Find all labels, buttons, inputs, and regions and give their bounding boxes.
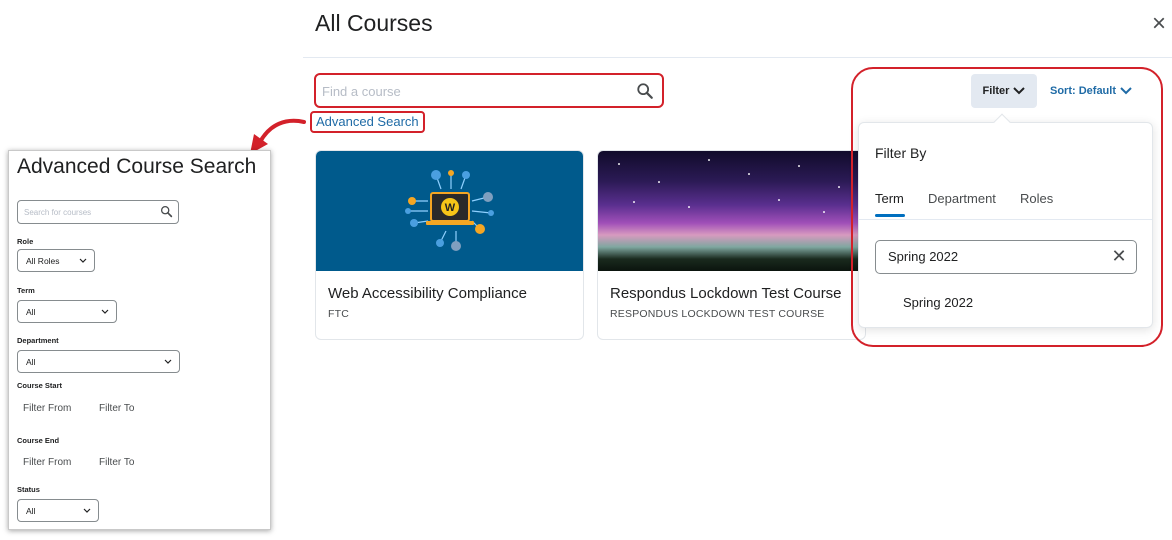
advanced-search-link[interactable]: Advanced Search <box>310 111 425 133</box>
status-select[interactable]: All <box>17 499 99 522</box>
course-code: FTC <box>328 308 350 320</box>
role-select[interactable]: All Roles <box>17 249 95 272</box>
role-label: Role <box>17 237 34 246</box>
course-title[interactable]: Respondus Lockdown Test Course <box>610 285 842 302</box>
accessibility-circuit-w-icon: W <box>316 151 583 271</box>
advanced-search-input[interactable] <box>24 205 152 220</box>
chevron-down-icon <box>83 508 91 513</box>
page-title: All Courses <box>315 10 433 36</box>
course-card[interactable]: W Web Accessibility Compliance FTC <box>315 150 584 340</box>
course-card[interactable]: Respondus Lockdown Test Course RESPONDUS… <box>597 150 866 340</box>
term-select-value: All <box>26 307 36 317</box>
advanced-search-panel: Advanced Course Search Role All Roles Te… <box>8 150 271 530</box>
advanced-search-title: Advanced Course Search <box>17 155 257 178</box>
status-label: Status <box>17 485 40 494</box>
course-start-filter-to[interactable]: Filter To <box>99 403 134 414</box>
close-icon[interactable]: × <box>1148 12 1170 36</box>
search-icon[interactable] <box>160 205 173 218</box>
course-start-label: Course Start <box>17 381 63 390</box>
course-search-box <box>314 73 664 108</box>
course-start-filter-from[interactable]: Filter From <box>23 403 71 414</box>
course-code: RESPONDUS LOCKDOWN TEST COURSE <box>610 308 825 320</box>
search-input[interactable] <box>322 80 622 102</box>
chevron-down-icon <box>164 359 172 364</box>
department-select[interactable]: All <box>17 350 180 373</box>
highlight-outline <box>851 67 1163 347</box>
term-label: Term <box>17 286 35 295</box>
course-end-filter-to[interactable]: Filter To <box>99 457 134 468</box>
advanced-search-box <box>17 200 179 224</box>
aurora-night-sky-image <box>598 151 865 271</box>
course-title[interactable]: Web Accessibility Compliance <box>328 285 527 302</box>
course-end-label: Course End <box>17 436 60 445</box>
search-icon[interactable] <box>636 82 654 100</box>
chevron-down-icon <box>101 309 109 314</box>
course-end-filter-from[interactable]: Filter From <box>23 457 71 468</box>
status-select-value: All <box>26 506 36 516</box>
department-select-value: All <box>26 357 36 367</box>
role-select-value: All Roles <box>26 256 60 266</box>
header-divider <box>303 57 1172 58</box>
term-select[interactable]: All <box>17 300 117 323</box>
chevron-down-icon <box>79 258 87 263</box>
svg-text:W: W <box>445 202 456 214</box>
department-label: Department <box>17 336 59 345</box>
